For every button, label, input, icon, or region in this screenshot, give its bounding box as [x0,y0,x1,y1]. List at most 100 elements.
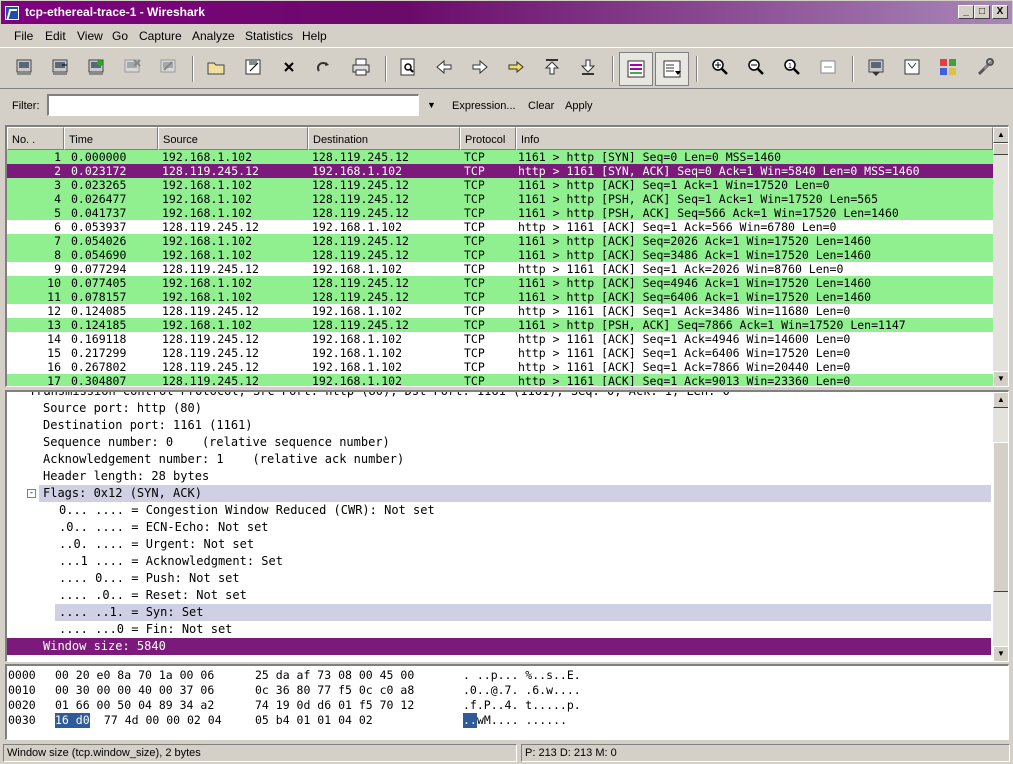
forward-icon[interactable] [469,56,491,78]
col-source[interactable]: Source [158,127,308,150]
first-packet-icon[interactable] [541,56,563,78]
detail-row[interactable]: Sequence number: 0 (relative sequence nu… [7,434,991,451]
colorize-icon[interactable] [619,52,653,86]
capture-filters-icon[interactable] [865,56,887,78]
detail-row[interactable]: ...1 .... = Acknowledgment: Set [7,553,991,570]
coloring-rules-icon[interactable] [937,56,959,78]
packet-row[interactable]: 1 0.000000 192.168.1.102 128.119.245.12 TCP 1… [7,150,993,164]
scroll-down-icon[interactable]: ▼ [993,646,1008,661]
menu-go[interactable]: Go [112,29,128,43]
collapse-icon[interactable]: - [27,489,36,498]
packet-info: http > 1161 [ACK] Seq=1 Ack=6406 Win=175… [518,346,851,360]
scroll-up-icon[interactable]: ▲ [993,127,1008,143]
reload-icon[interactable] [313,56,335,78]
filter-input[interactable] [47,94,419,116]
packet-src: 192.168.1.102 [162,276,253,290]
packet-no: 5 [54,206,61,220]
detail-row[interactable]: Flags: 0x12 (SYN, ACK) - [7,485,991,502]
autoscroll-icon[interactable] [655,52,689,86]
apply-button[interactable]: Apply [565,100,593,112]
resize-columns-icon[interactable] [817,56,839,78]
detail-row[interactable]: .... .0.. = Reset: Not set [7,587,991,604]
preferences-icon[interactable] [975,56,997,78]
detail-row[interactable]: Destination port: 1161 (1161) [7,417,991,434]
zoom-normal-icon[interactable]: 1 [781,56,803,78]
display-filters-icon[interactable] [901,56,923,78]
detail-row[interactable]: Acknowledgement number: 1 (relative ack … [7,451,991,468]
detail-row[interactable]: .0.. .... = ECN-Echo: Not set [7,519,991,536]
detail-text: .... 0... = Push: Not set [59,571,240,585]
detail-row[interactable]: Header length: 28 bytes [7,468,991,485]
packet-row[interactable]: 8 0.054690 192.168.1.102 128.119.245.12 TCP 1… [7,248,993,262]
expression-button[interactable]: Expression... [452,100,516,112]
minimize-button[interactable]: _ [958,5,974,19]
zoom-in-icon[interactable] [709,56,731,78]
packet-row[interactable]: 9 0.077294 128.119.245.12 192.168.1.102 TCP h… [7,262,993,276]
detail-row[interactable]: ..0. .... = Urgent: Not set [7,536,991,553]
packet-row[interactable]: 12 0.124085 128.119.245.12 192.168.1.102 TCP… [7,304,993,318]
menu-help[interactable]: Help [302,29,327,43]
col-info[interactable]: Info [516,127,993,150]
packet-row[interactable]: 15 0.217299 128.119.245.12 192.168.1.102 TCP… [7,346,993,360]
stop-capture-icon[interactable] [121,56,143,78]
menu-statistics[interactable]: Statistics [245,29,293,43]
menu-file[interactable]: File [14,29,33,43]
packet-row[interactable]: 5 0.041737 192.168.1.102 128.119.245.12 TCP 1… [7,206,993,220]
packet-list[interactable]: No. . Time Source Destination Protocol I… [5,125,1009,387]
back-icon[interactable] [433,56,455,78]
zoom-out-icon[interactable] [745,56,767,78]
packet-row[interactable]: 14 0.169118 128.119.245.12 192.168.1.102 TCP… [7,332,993,346]
goto-icon[interactable] [505,56,527,78]
col-protocol[interactable]: Protocol [460,127,516,150]
scroll-down-icon[interactable]: ▼ [993,371,1008,386]
close-icon[interactable] [278,56,300,78]
detail-row[interactable]: Window size: 5840 [7,638,991,655]
packet-proto: TCP [464,206,485,220]
packet-row[interactable]: 13 0.124185 192.168.1.102 128.119.245.12 TCP… [7,318,993,332]
col-no[interactable]: No. . [7,127,64,150]
col-destination[interactable]: Destination [308,127,460,150]
packet-bytes-pane[interactable]: 0000 00 20 e0 8a 70 1a 00 06 25 da af 73 0… [5,664,1009,740]
packet-list-scrollbar[interactable]: ▲ ▼ [993,127,1008,386]
detail-row[interactable]: Transmission Control Protocol, Src Port:… [7,392,991,400]
packet-row[interactable]: 11 0.078157 192.168.1.102 128.119.245.12 TCP… [7,290,993,304]
scroll-thumb[interactable] [993,143,1008,155]
packet-dst: 192.168.1.102 [312,374,403,387]
restart-capture-icon[interactable] [157,56,179,78]
print-icon[interactable] [350,56,372,78]
detail-row[interactable]: .... ...0 = Fin: Not set [7,621,991,638]
start-capture-icon[interactable] [85,56,107,78]
menu-capture[interactable]: Capture [139,29,182,43]
packet-details-pane[interactable]: Transmission Control Protocol, Src Port:… [5,390,1009,662]
col-time[interactable]: Time [64,127,158,150]
detail-row[interactable]: .... ..1. = Syn: Set [55,604,991,621]
menu-analyze[interactable]: Analyze [192,29,235,43]
packet-row[interactable]: 3 0.023265 192.168.1.102 128.119.245.12 TCP 1… [7,178,993,192]
detail-row[interactable]: 0... .... = Congestion Window Reduced (C… [7,502,991,519]
packet-row[interactable]: 16 0.267802 128.119.245.12 192.168.1.102 TCP… [7,360,993,374]
packet-row[interactable]: 7 0.054026 192.168.1.102 128.119.245.12 TCP 1… [7,234,993,248]
open-icon[interactable] [205,56,227,78]
close-window-button[interactable]: X [992,5,1008,19]
detail-row[interactable]: Source port: http (80) [7,400,991,417]
scroll-thumb[interactable] [993,442,1008,592]
capture-options-icon[interactable] [49,56,71,78]
packet-row[interactable]: 10 0.077405 192.168.1.102 128.119.245.12 TCP… [7,276,993,290]
filter-dropdown-icon[interactable]: ▼ [427,100,436,110]
last-packet-icon[interactable] [577,56,599,78]
details-scrollbar[interactable]: ▲ ▼ [993,392,1008,661]
maximize-button[interactable]: □ [974,5,990,19]
save-icon[interactable] [242,56,264,78]
menu-edit[interactable]: Edit [45,29,66,43]
packet-row[interactable]: 17 0.304807 128.119.245.12 192.168.1.102 TCP… [7,374,993,387]
find-icon[interactable] [397,56,419,78]
packet-row[interactable]: 6 0.053937 128.119.245.12 192.168.1.102 TCP h… [7,220,993,234]
packet-row[interactable]: 4 0.026477 192.168.1.102 128.119.245.12 TCP 1… [7,192,993,206]
clear-button[interactable]: Clear [528,100,554,112]
scroll-up-icon[interactable]: ▲ [993,392,1008,408]
interfaces-icon[interactable] [13,56,35,78]
menu-view[interactable]: View [77,29,103,43]
packet-row[interactable]: 2 0.023172 128.119.245.12 192.168.1.102 TCP h… [7,164,993,178]
title-bar[interactable]: tcp-ethereal-trace-1 - Wireshark _ □ X [0,0,1013,25]
detail-row[interactable]: .... 0... = Push: Not set [7,570,991,587]
